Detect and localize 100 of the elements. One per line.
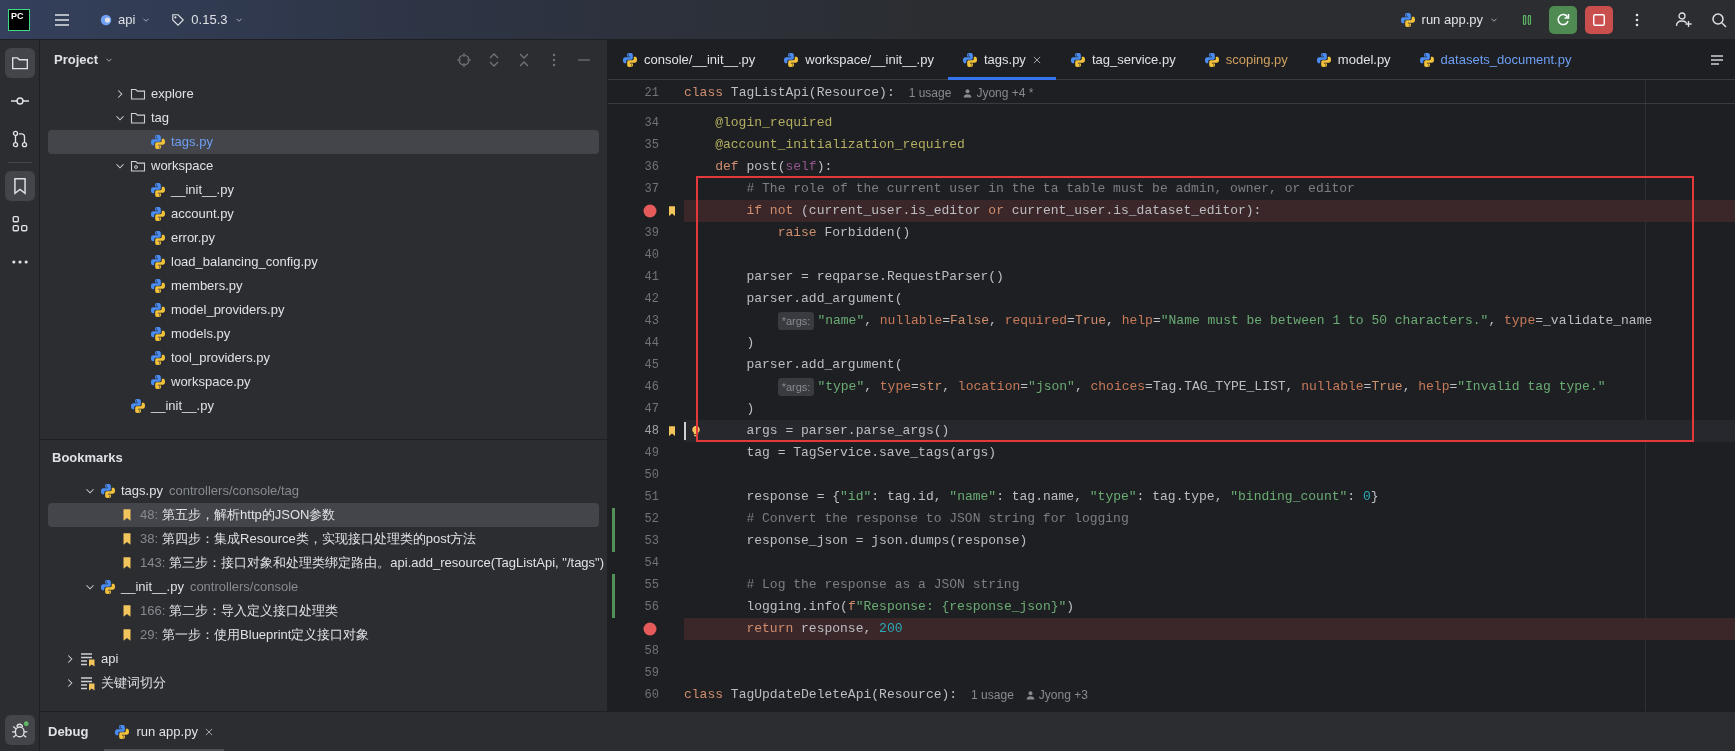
selected-row[interactable]: tags.py <box>48 130 599 154</box>
python-file-icon <box>150 302 166 318</box>
more-icon <box>11 260 28 264</box>
pause-icon <box>1520 12 1534 27</box>
bookmark-list-name[interactable]: api <box>101 649 119 669</box>
code-line: # Log the response as a JSON string <box>746 576 1020 595</box>
python-file-icon <box>622 52 638 68</box>
python-file-icon <box>150 206 166 222</box>
folder-name[interactable]: workspace <box>151 156 214 176</box>
locate-icon[interactable] <box>456 52 472 68</box>
file-name[interactable]: __init__.py <box>121 577 184 597</box>
bookmark-description: 第五步，解析http的JSON参数 <box>162 506 336 525</box>
run-configuration-selector[interactable]: run app.py <box>1393 5 1505 34</box>
add-user-icon[interactable] <box>1675 10 1693 29</box>
python-icon <box>1399 11 1416 28</box>
bookmark-row[interactable]: 166: 第二步：导入定义接口处理类 <box>48 599 599 623</box>
bookmark-list-name[interactable]: 关键词切分 <box>101 673 166 693</box>
author-hint[interactable]: Jyong +4 * <box>976 83 1034 102</box>
line-number: 40 <box>643 247 659 264</box>
file-name[interactable]: __init__.py <box>171 180 234 200</box>
python-file-icon <box>150 278 166 294</box>
file-name[interactable]: models.py <box>171 324 231 344</box>
tab-list-icon[interactable] <box>1709 52 1725 68</box>
python-file-icon <box>783 52 800 68</box>
lightbulb-icon[interactable] <box>690 423 702 439</box>
python-file-icon <box>1069 52 1086 68</box>
run-tab[interactable]: run app.py <box>104 711 224 751</box>
search-icon[interactable] <box>1711 11 1727 28</box>
rerun-button[interactable] <box>1549 5 1577 34</box>
line-number: 60 <box>643 687 659 704</box>
editor-tab[interactable]: console/__init__.py <box>608 40 770 80</box>
bookmark-row[interactable]: 48: 第五步，解析http的JSON参数 <box>48 503 599 527</box>
breakpoint-icon[interactable] <box>643 204 657 218</box>
line-number: 43 <box>643 313 659 330</box>
editor-tab[interactable]: datasets_document.py <box>1404 40 1586 80</box>
editor-tab[interactable]: workspace/__init__.py <box>769 40 948 80</box>
file-name[interactable]: tool_providers.py <box>171 348 270 368</box>
code-line: @account_initialization_required <box>715 136 965 155</box>
file-name[interactable]: tags.py <box>171 132 213 152</box>
python-file-icon <box>100 483 116 499</box>
tool-window-button[interactable] <box>4 171 35 201</box>
stop-button[interactable] <box>1585 5 1613 34</box>
bookmark-list-icon <box>80 651 96 667</box>
line-number: 36 <box>643 159 659 176</box>
line-number: 46 <box>643 379 659 396</box>
line-number: 51 <box>643 489 659 506</box>
line-number: 29: <box>140 626 159 645</box>
folder-icon <box>10 54 29 72</box>
code-line: tag = TagService.save_tags(args) <box>746 444 997 463</box>
tool-window-button[interactable] <box>4 48 35 78</box>
folder-name[interactable]: explore <box>151 84 194 104</box>
author-hint[interactable]: Jyong +3 <box>1038 686 1088 704</box>
file-name[interactable]: error.py <box>171 228 216 248</box>
code-line: ) <box>746 334 755 353</box>
branch-icon <box>10 130 29 148</box>
stop-icon <box>1592 12 1606 27</box>
person-icon <box>963 87 973 98</box>
line-number: 35 <box>643 137 659 154</box>
folder-name[interactable]: tag <box>151 108 170 128</box>
file-name[interactable]: account.py <box>171 204 234 224</box>
bookmark-row[interactable]: 29: 第一步：使用Blueprint定义接口对象 <box>48 623 599 647</box>
panel-title: Bookmarks <box>51 448 123 467</box>
rerun-icon <box>1555 11 1571 28</box>
line-number: 37 <box>643 181 659 198</box>
line-number: 54 <box>643 555 659 572</box>
file-name[interactable]: __init__.py <box>151 396 214 416</box>
line-number: 39 <box>643 225 659 242</box>
branch-selector[interactable]: 0.15.3 <box>165 5 250 34</box>
project-selector[interactable]: api <box>94 5 158 34</box>
bookmark-row[interactable]: 38: 第四步：集成Resource类，实现接口处理类的post方法 <box>48 527 599 551</box>
file-name[interactable]: tags.py <box>121 481 163 501</box>
python-file-icon <box>150 350 166 366</box>
file-name[interactable]: load_balancing_config.py <box>171 252 318 272</box>
bookmark-icon[interactable] <box>666 424 678 438</box>
editor-tab[interactable]: scoping.py <box>1189 40 1302 80</box>
python-file-icon <box>961 52 978 68</box>
code-line: response = {"id": tag.id, "name": tag.name, "type": tag.type, "binding_count": 0} <box>746 488 1379 507</box>
code-line: parser.add_argument( <box>746 290 903 309</box>
debug-tool-button[interactable] <box>4 715 35 745</box>
structure-icon <box>10 215 29 233</box>
code-line: if not (current_user.is_editor or current_user.is_dataset_editor): <box>746 202 1262 221</box>
code-line: @login_required <box>715 114 833 133</box>
panel-title-dropdown[interactable]: Project <box>48 46 121 74</box>
python-file-icon <box>150 326 166 342</box>
person-icon <box>1025 690 1035 700</box>
editor-tab[interactable]: model.py <box>1301 40 1405 80</box>
file-name[interactable]: model_providers.py <box>171 300 285 320</box>
line-number: 38: <box>140 530 159 549</box>
editor-tab[interactable]: tag_service.py <box>1055 40 1190 80</box>
code-line: args = parser.parse_args() <box>746 422 950 441</box>
bookmark-icon[interactable] <box>666 204 678 218</box>
file-name[interactable]: workspace.py <box>171 372 251 392</box>
usages-hint[interactable]: 1 usage <box>971 686 1014 704</box>
breakpoint-icon[interactable] <box>643 622 657 636</box>
file-name[interactable]: members.py <box>171 276 243 296</box>
editor-tab[interactable]: tags.py <box>947 40 1056 80</box>
line-number: 47 <box>643 401 659 418</box>
python-file-icon <box>100 579 116 595</box>
line-number: 50 <box>643 467 659 484</box>
usages-hint[interactable]: 1 usage <box>908 83 952 102</box>
